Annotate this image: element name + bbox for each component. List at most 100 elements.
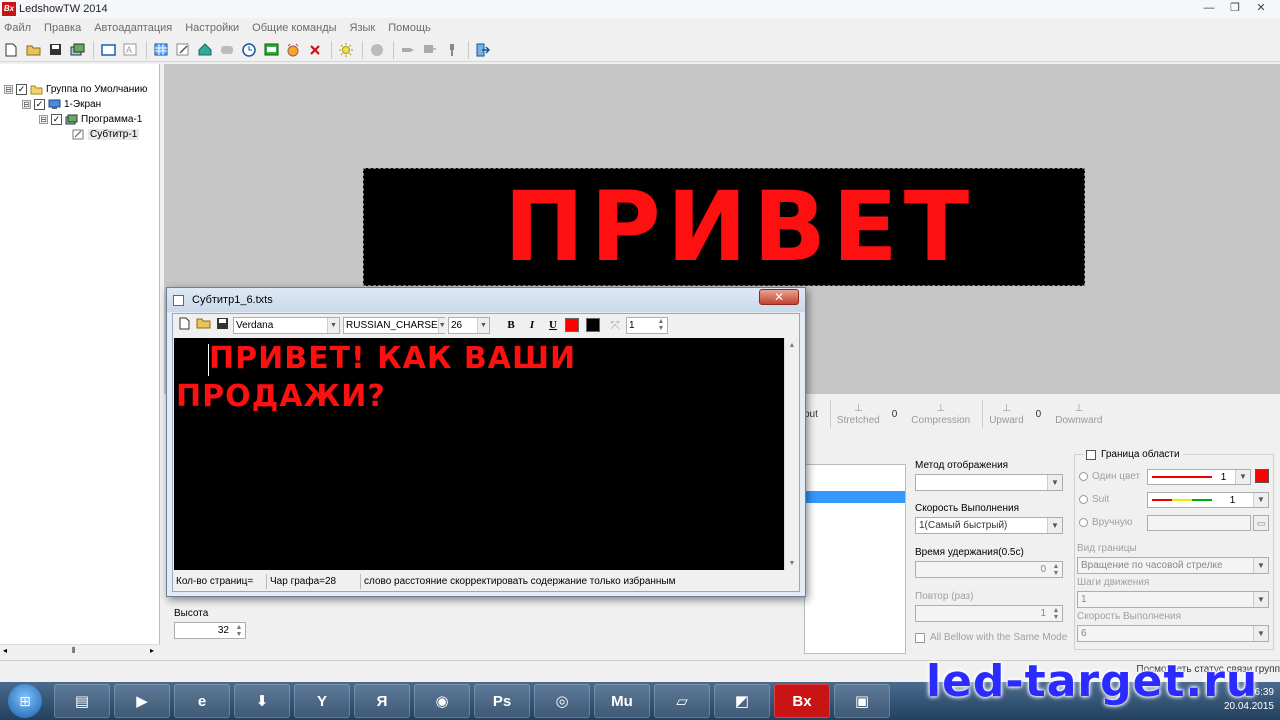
maximize-button[interactable]: ❐ bbox=[1222, 0, 1248, 16]
editor-vertical-scrollbar[interactable]: ▲ ▼ bbox=[784, 338, 799, 570]
effect-downward[interactable]: ⊥ Downward bbox=[1055, 403, 1102, 426]
taskbar-photoshop[interactable]: Ps bbox=[474, 684, 530, 718]
radio-manual[interactable] bbox=[1079, 518, 1088, 527]
effect-list[interactable] bbox=[804, 464, 906, 654]
chevron-down-icon[interactable]: ▼ bbox=[1253, 493, 1268, 507]
tree-checkbox[interactable]: ✓ bbox=[34, 98, 45, 110]
border-color-swatch[interactable] bbox=[1255, 469, 1269, 483]
chevron-down-icon[interactable]: ▼ bbox=[1253, 626, 1268, 641]
scroll-right-icon[interactable]: ▸ bbox=[150, 646, 154, 655]
browse-folder-icon[interactable]: ▭ bbox=[1253, 515, 1269, 531]
home-icon[interactable] bbox=[197, 42, 213, 58]
effect-stretched[interactable]: ⊥ Stretched bbox=[837, 403, 880, 426]
chevron-down-icon[interactable]: ▼ bbox=[327, 317, 339, 333]
delete-icon[interactable] bbox=[307, 42, 323, 58]
radio-single[interactable] bbox=[1079, 472, 1088, 481]
background-color-swatch[interactable] bbox=[586, 318, 600, 332]
frame-speed-select[interactable]: 6 ▼ bbox=[1077, 625, 1269, 642]
taskbar-ie[interactable]: e bbox=[174, 684, 230, 718]
tree-row-subtitle[interactable]: Субтитр-1 bbox=[72, 127, 140, 141]
menu-autoadapt[interactable]: Автоадаптация bbox=[94, 22, 172, 34]
border-checkbox[interactable] bbox=[1086, 449, 1096, 460]
stepper-arrows-icon[interactable]: ▲ ▼ bbox=[655, 318, 667, 332]
run-speed-select[interactable]: 1(Самый быстрый) ▼ bbox=[915, 517, 1063, 534]
taskbar-app[interactable]: ◎ bbox=[534, 684, 590, 718]
stepper-arrows-icon[interactable]: ▲ ▼ bbox=[1050, 563, 1062, 577]
taskbar-media-player[interactable]: ▶ bbox=[114, 684, 170, 718]
clock-icon[interactable] bbox=[241, 42, 257, 58]
menu-edit[interactable]: Правка bbox=[44, 22, 81, 34]
receive-icon[interactable] bbox=[422, 42, 438, 58]
tree-horizontal-scrollbar[interactable]: ◂ ⦀ ▸ bbox=[0, 644, 160, 658]
open-folder-icon[interactable] bbox=[195, 317, 211, 333]
screen-icon[interactable] bbox=[100, 42, 116, 58]
save-icon[interactable] bbox=[214, 317, 230, 333]
chevron-down-icon[interactable]: ▼ bbox=[477, 317, 489, 333]
manual-border-field[interactable] bbox=[1147, 515, 1251, 531]
effect-upward[interactable]: ⊥ Upward bbox=[989, 403, 1023, 426]
taskbar-app[interactable]: ▱ bbox=[654, 684, 710, 718]
close-button[interactable]: ✕ bbox=[1248, 0, 1274, 16]
move-steps-select[interactable]: 1 ▼ bbox=[1077, 591, 1269, 608]
save-icon[interactable] bbox=[47, 42, 63, 58]
dialog-close-button[interactable]: ✕ bbox=[759, 289, 799, 305]
effect-item-fragment[interactable]: out bbox=[804, 409, 818, 420]
stepper-arrows-icon[interactable]: ▲ ▼ bbox=[1050, 607, 1062, 621]
taskbar-downloader[interactable]: ⬇ bbox=[234, 684, 290, 718]
tree-checkbox[interactable]: ✓ bbox=[16, 83, 27, 95]
led-screen-preview[interactable]: ПРИВЕТ bbox=[363, 168, 1085, 286]
taskbar-explorer[interactable]: ▤ bbox=[54, 684, 110, 718]
hold-time-stepper[interactable]: 0 ▲ ▼ bbox=[915, 561, 1063, 578]
chevron-down-icon[interactable]: ▼ bbox=[1253, 592, 1268, 607]
height-stepper[interactable]: 32 ▲ ▼ bbox=[174, 622, 246, 639]
exit-icon[interactable] bbox=[475, 42, 491, 58]
subtitle-text-editor[interactable]: ПРИВЕТ! КАК ВАШИ ПРОДАЖИ? bbox=[174, 338, 784, 570]
stepper-arrows-icon[interactable]: ▲ ▼ bbox=[233, 624, 245, 638]
text-area-icon[interactable]: A bbox=[122, 42, 138, 58]
taskbar-app[interactable]: ◩ bbox=[714, 684, 770, 718]
menu-help[interactable]: Помощь bbox=[388, 22, 431, 34]
brightness-icon[interactable] bbox=[338, 42, 354, 58]
expand-toggle[interactable]: ⊟ bbox=[22, 99, 31, 109]
menu-language[interactable]: Язык bbox=[350, 22, 376, 34]
datetime-icon[interactable] bbox=[263, 42, 279, 58]
font-size-select[interactable]: 26 ▼ bbox=[448, 316, 490, 334]
scroll-down-icon[interactable]: ▼ bbox=[785, 560, 799, 567]
font-select[interactable]: Verdana ▼ bbox=[233, 316, 340, 334]
minimize-button[interactable]: — bbox=[1196, 0, 1222, 16]
alarm-clock-icon[interactable] bbox=[285, 42, 301, 58]
chevron-down-icon[interactable]: ▼ bbox=[1047, 475, 1062, 490]
animation-icon[interactable] bbox=[219, 42, 235, 58]
expand-toggle[interactable]: ⊟ bbox=[4, 84, 13, 94]
expand-toggle[interactable]: ⊟ bbox=[39, 114, 48, 124]
display-method-select[interactable]: ▼ bbox=[915, 474, 1063, 491]
scroll-left-icon[interactable]: ◂ bbox=[3, 646, 7, 655]
spacing-stepper[interactable]: 1 ▲ ▼ bbox=[626, 316, 668, 334]
all-bellow-checkbox[interactable] bbox=[915, 632, 925, 643]
edit-subtitle-icon[interactable] bbox=[175, 42, 191, 58]
tree-row-group[interactable]: ⊟ ✓ Группа по Умолчанию bbox=[4, 82, 147, 96]
repeat-stepper[interactable]: 1 ▲ ▼ bbox=[915, 605, 1063, 622]
new-file-icon[interactable] bbox=[176, 317, 192, 333]
taskbar-yandex[interactable]: Y bbox=[294, 684, 350, 718]
stop-icon[interactable] bbox=[369, 42, 385, 58]
open-folder-icon[interactable] bbox=[25, 42, 41, 58]
chevron-down-icon[interactable]: ▼ bbox=[1047, 518, 1062, 533]
list-item-selected[interactable] bbox=[805, 491, 905, 503]
taskbar-chrome[interactable]: ◉ bbox=[414, 684, 470, 718]
start-button[interactable]: ⊞ bbox=[8, 684, 42, 718]
scroll-up-icon[interactable]: ▲ bbox=[785, 338, 799, 349]
send-icon[interactable] bbox=[400, 42, 416, 58]
taskbar-ledshow[interactable]: Bx bbox=[774, 684, 830, 718]
spacing-icon[interactable]: ⤧ bbox=[607, 317, 623, 333]
suit-border-select[interactable]: 1 ▼ bbox=[1147, 492, 1269, 508]
scroll-thumb[interactable]: ⦀ bbox=[72, 646, 76, 656]
tree-row-screen[interactable]: ⊟ ✓ 1-Экран bbox=[22, 97, 101, 111]
taskbar-yandex-browser[interactable]: Я bbox=[354, 684, 410, 718]
bold-button[interactable]: B bbox=[502, 317, 520, 334]
italic-button[interactable]: I bbox=[523, 317, 541, 334]
chevron-down-icon[interactable]: ▼ bbox=[1253, 558, 1268, 573]
usb-icon[interactable] bbox=[444, 42, 460, 58]
menu-settings[interactable]: Настройки bbox=[185, 22, 239, 34]
single-border-select[interactable]: 1 ▼ bbox=[1147, 469, 1251, 485]
